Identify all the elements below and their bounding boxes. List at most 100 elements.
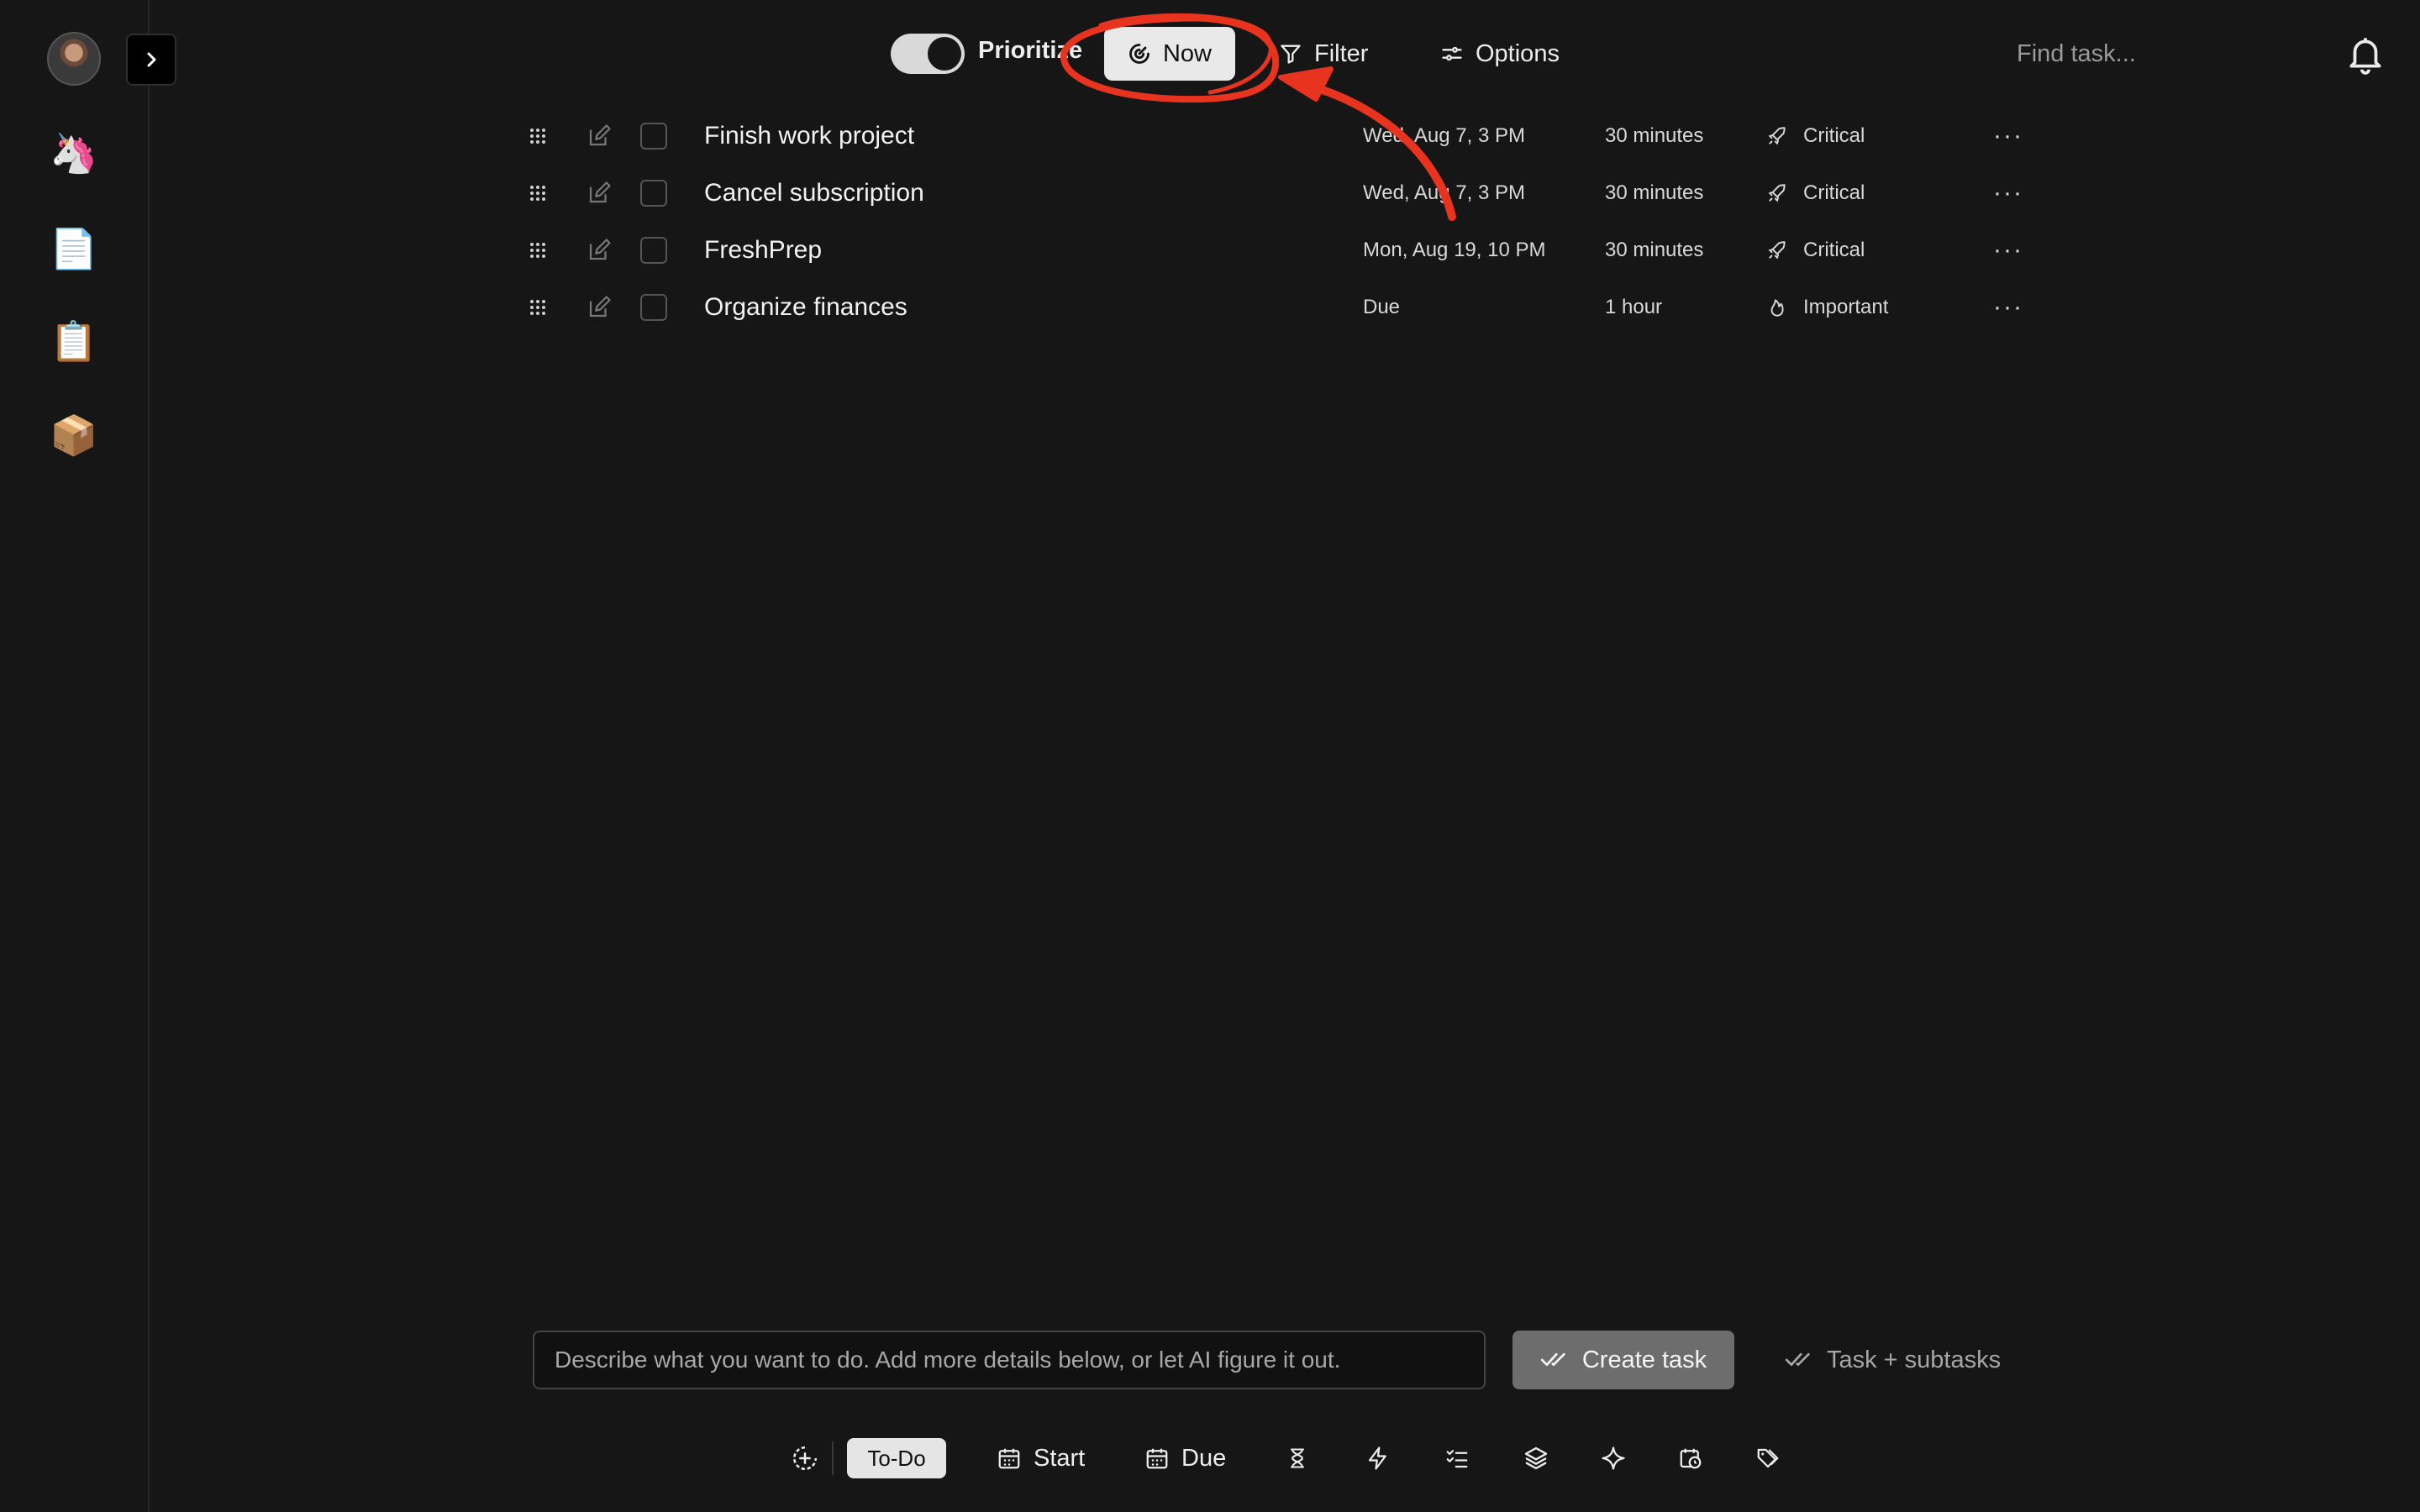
duration-button[interactable] [1281, 1433, 1314, 1483]
calendar-icon [1146, 1448, 1168, 1469]
options-icon [1442, 46, 1462, 61]
sidebar: 🦄 📄 📋 📦 [0, 0, 150, 1512]
checklist-button[interactable] [1440, 1433, 1474, 1483]
unicorn-icon: 🦄 [50, 130, 98, 175]
now-icon [1129, 44, 1150, 64]
sidebar-item-page[interactable]: 📄 [49, 223, 99, 274]
add-status-button[interactable] [788, 1433, 822, 1483]
bell-icon [2349, 38, 2381, 75]
edit-icon[interactable] [587, 225, 620, 276]
task-checkbox[interactable] [640, 168, 674, 218]
priority-label: Critical [1803, 124, 1865, 147]
drag-handle-icon[interactable] [528, 111, 570, 161]
drag-handle-icon[interactable] [528, 282, 570, 333]
task-row[interactable]: Organize finances Due 1 hour Important ·… [528, 282, 2023, 333]
flame-icon [1770, 299, 1784, 317]
double-check-icon [1540, 1352, 1565, 1367]
chevron-right-icon [147, 52, 156, 67]
more-options-icon[interactable]: ··· [1993, 225, 2027, 276]
calendar-icon [998, 1448, 1020, 1469]
task-row[interactable]: Finish work project Wed, Aug 7, 3 PM 30 … [528, 111, 2023, 161]
now-label: Now [1162, 39, 1212, 67]
schedule-button[interactable] [1674, 1433, 1707, 1483]
add-circle-icon [792, 1446, 818, 1471]
lightning-icon [1368, 1446, 1386, 1470]
hourglass-icon [1290, 1448, 1305, 1468]
task-duration: 30 minutes [1605, 239, 1704, 261]
task-subtasks-label: Task + subtasks [1827, 1346, 2002, 1373]
drag-handle-icon[interactable] [528, 225, 570, 276]
task-duration: 1 hour [1605, 296, 1663, 318]
task-checkbox[interactable] [640, 111, 674, 161]
options-button[interactable]: Options [1440, 27, 1560, 81]
expand-sidebar-button[interactable] [126, 34, 176, 86]
filter-button[interactable]: Filter [1279, 27, 1368, 81]
task-description-input[interactable] [533, 1331, 1486, 1389]
task-subtasks-button[interactable]: Task + subtasks [1785, 1331, 2001, 1389]
priority-label: Important [1803, 296, 1889, 318]
tag-icon [1757, 1448, 1779, 1468]
task-date: Wed, Aug 7, 3 PM [1363, 181, 1525, 204]
priority-label: Critical [1803, 239, 1865, 261]
avatar[interactable] [47, 32, 101, 86]
task-priority: Important [1766, 282, 1888, 333]
due-label: Due [1181, 1444, 1227, 1472]
page-icon: 📄 [50, 226, 98, 270]
task-duration: 30 minutes [1605, 181, 1704, 204]
task-row[interactable]: Cancel subscription Wed, Aug 7, 3 PM 30 … [528, 168, 2023, 218]
notifications-button[interactable] [2344, 32, 2386, 76]
tags-button[interactable] [1751, 1433, 1785, 1483]
filter-label: Filter [1314, 39, 1369, 67]
prioritize-toggle[interactable] [891, 34, 965, 74]
rocket-icon [1768, 184, 1786, 202]
package-icon: 📦 [50, 412, 98, 457]
drag-handle-icon[interactable] [528, 168, 570, 218]
start-label: Start [1034, 1444, 1086, 1472]
priority-label: Critical [1803, 181, 1865, 204]
edit-icon[interactable] [587, 168, 620, 218]
task-title[interactable]: Organize finances [704, 282, 908, 333]
sidebar-item-clipboard[interactable]: 📋 [49, 316, 99, 366]
task-priority: Critical [1766, 168, 1865, 218]
task-priority: Critical [1766, 111, 1865, 161]
task-duration: 30 minutes [1605, 124, 1704, 147]
task-priority: Critical [1766, 225, 1865, 276]
status-todo-button[interactable]: To-Do [847, 1438, 946, 1478]
sidebar-item-unicorn[interactable]: 🦄 [49, 128, 99, 178]
more-options-icon[interactable]: ··· [1993, 111, 2027, 161]
options-label: Options [1476, 39, 1560, 67]
task-date: Mon, Aug 19, 10 PM [1363, 239, 1546, 261]
rocket-icon [1768, 127, 1786, 145]
toolbar-divider [832, 1441, 834, 1475]
checklist-icon [1446, 1450, 1468, 1468]
prioritize-label: Prioritize [978, 37, 1083, 64]
filter-icon [1281, 45, 1301, 64]
layers-button[interactable] [1519, 1433, 1553, 1483]
double-check-icon [1785, 1352, 1810, 1367]
task-title[interactable]: Cancel subscription [704, 168, 924, 218]
calendar-clock-icon [1680, 1448, 1702, 1469]
edit-icon[interactable] [587, 111, 620, 161]
task-title[interactable]: FreshPrep [704, 225, 822, 276]
task-row[interactable]: FreshPrep Mon, Aug 19, 10 PM 30 minutes … [528, 225, 2023, 276]
create-task-button[interactable]: Create task [1512, 1331, 1734, 1389]
task-date: Due [1363, 296, 1401, 318]
layers-icon [1524, 1446, 1548, 1470]
due-date-button[interactable]: Due [1144, 1433, 1226, 1483]
task-checkbox[interactable] [640, 282, 674, 333]
toggle-knob [928, 37, 961, 71]
task-checkbox[interactable] [640, 225, 674, 276]
clipboard-icon: 📋 [50, 318, 98, 363]
now-button[interactable]: Now [1104, 27, 1235, 81]
start-date-button[interactable]: Start [997, 1433, 1085, 1483]
ai-sparkle-button[interactable] [1597, 1433, 1630, 1483]
edit-icon[interactable] [587, 282, 620, 333]
task-title[interactable]: Finish work project [704, 111, 914, 161]
energy-button[interactable] [1361, 1433, 1395, 1483]
task-date: Wed, Aug 7, 3 PM [1363, 124, 1525, 147]
sparkle-icon [1602, 1446, 1625, 1470]
more-options-icon[interactable]: ··· [1993, 168, 2027, 218]
more-options-icon[interactable]: ··· [1993, 282, 2027, 333]
sidebar-item-package[interactable]: 📦 [49, 410, 99, 460]
search-input[interactable] [2017, 30, 2235, 77]
